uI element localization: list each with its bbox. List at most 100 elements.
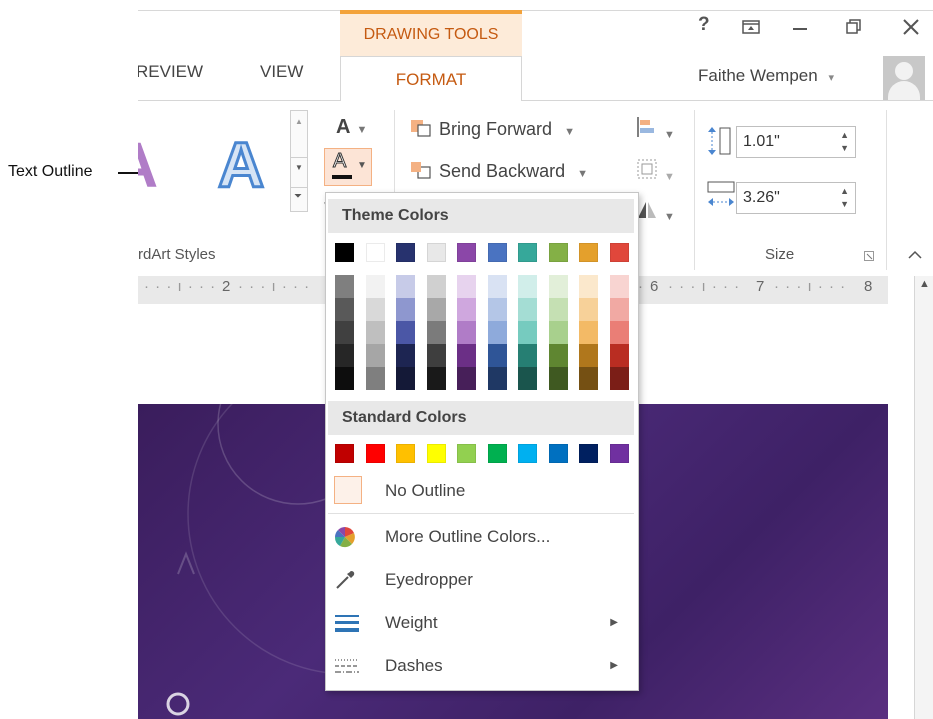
theme-shade-swatch[interactable] (518, 367, 537, 390)
theme-shade-swatch[interactable] (487, 321, 507, 344)
theme-shade-swatch[interactable] (335, 275, 354, 298)
align-button[interactable]: ▼ (636, 116, 675, 143)
standard-color-swatch[interactable] (518, 444, 537, 463)
standard-color-swatch[interactable] (609, 444, 629, 463)
theme-shade-swatch[interactable] (579, 321, 598, 344)
theme-shade-swatch[interactable] (335, 367, 354, 390)
theme-shade-swatch[interactable] (365, 367, 385, 390)
theme-shade-swatch[interactable] (548, 321, 568, 344)
theme-shade-swatch[interactable] (457, 298, 476, 321)
theme-shade-swatch[interactable] (487, 298, 507, 321)
theme-shade-swatch[interactable] (548, 344, 568, 367)
theme-shade-swatch[interactable] (518, 298, 537, 321)
theme-shade-swatch[interactable] (609, 321, 629, 344)
eyedropper-item[interactable]: Eyedropper (328, 559, 634, 601)
theme-shade-swatch[interactable] (609, 367, 629, 390)
theme-shade-swatch[interactable] (396, 344, 415, 367)
gallery-scrollbar[interactable]: ▲ ▼ ⏷ (290, 110, 308, 212)
theme-color-swatch[interactable] (365, 243, 385, 262)
more-outline-colors-item[interactable]: More Outline Colors... (328, 516, 634, 558)
height-spinner[interactable]: ▲ ▼ (840, 129, 849, 155)
text-outline-button[interactable]: A ▼ (324, 148, 372, 186)
standard-color-swatch[interactable] (548, 444, 568, 463)
theme-shade-swatch[interactable] (335, 321, 354, 344)
group-objects-button[interactable]: ▼ (636, 158, 675, 185)
no-outline-item[interactable]: No Outline (328, 470, 634, 512)
theme-shade-swatch[interactable] (365, 321, 385, 344)
theme-shade-swatch[interactable] (335, 344, 354, 367)
wordart-gallery[interactable]: A A (138, 110, 308, 230)
tab-view[interactable]: VIEW (260, 62, 303, 82)
theme-shade-swatch[interactable] (579, 344, 598, 367)
theme-shade-swatch[interactable] (548, 275, 568, 298)
theme-shade-swatch[interactable] (487, 367, 507, 390)
ribbon-display-options-button[interactable] (742, 18, 760, 41)
theme-shade-swatch[interactable] (426, 321, 446, 344)
theme-shade-swatch[interactable] (609, 298, 629, 321)
theme-shade-swatch[interactable] (548, 298, 568, 321)
text-outline-dropdown-arrow[interactable]: ▼ (357, 160, 367, 171)
bring-forward-button[interactable]: Bring Forward ▼ (410, 118, 575, 140)
theme-shade-swatch[interactable] (518, 321, 537, 344)
avatar[interactable] (883, 56, 925, 100)
theme-shade-swatch[interactable] (457, 275, 476, 298)
theme-shade-swatch[interactable] (396, 367, 415, 390)
standard-color-swatch[interactable] (365, 444, 385, 463)
standard-color-swatch[interactable] (335, 444, 354, 463)
user-account-name[interactable]: Faithe Wempen ▾ (698, 66, 834, 86)
tab-format[interactable]: FORMAT (340, 56, 522, 101)
theme-shade-swatch[interactable] (457, 367, 476, 390)
theme-shade-swatch[interactable] (365, 298, 385, 321)
scroll-up-icon[interactable]: ▲ (919, 278, 930, 290)
shape-height-input[interactable]: 1.01" ▲ ▼ (736, 126, 856, 158)
theme-color-swatch[interactable] (548, 243, 568, 262)
restore-button[interactable] (846, 18, 862, 41)
standard-color-swatch[interactable] (457, 444, 476, 463)
standard-color-swatch[interactable] (426, 444, 446, 463)
theme-shade-swatch[interactable] (457, 321, 476, 344)
theme-shade-swatch[interactable] (579, 367, 598, 390)
weight-item[interactable]: Weight ▶ (328, 602, 634, 644)
theme-shade-swatch[interactable] (518, 275, 537, 298)
theme-color-swatch[interactable] (609, 243, 629, 262)
theme-shade-swatch[interactable] (579, 298, 598, 321)
theme-shade-swatch[interactable] (548, 367, 568, 390)
standard-color-swatch[interactable] (487, 444, 507, 463)
minimize-button[interactable] (792, 18, 808, 41)
theme-shade-swatch[interactable] (609, 344, 629, 367)
theme-shade-swatch[interactable] (426, 344, 446, 367)
theme-color-swatch[interactable] (457, 243, 476, 262)
wordart-style-outline-blue[interactable]: A (216, 128, 265, 203)
theme-shade-swatch[interactable] (487, 344, 507, 367)
theme-shade-swatch[interactable] (396, 275, 415, 298)
theme-shade-swatch[interactable] (518, 344, 537, 367)
theme-shade-swatch[interactable] (426, 275, 446, 298)
theme-color-swatch[interactable] (396, 243, 415, 262)
width-spinner[interactable]: ▲ ▼ (840, 185, 849, 211)
theme-shade-swatch[interactable] (335, 298, 354, 321)
dashes-item[interactable]: Dashes ▶ (328, 645, 634, 687)
theme-color-swatch[interactable] (487, 243, 507, 262)
theme-shade-swatch[interactable] (609, 275, 629, 298)
theme-shade-swatch[interactable] (426, 298, 446, 321)
text-fill-button[interactable]: A ▼ (336, 116, 367, 139)
standard-color-swatch[interactable] (579, 444, 598, 463)
gallery-more-icon[interactable]: ⏷ (294, 191, 302, 202)
theme-shade-swatch[interactable] (365, 275, 385, 298)
vertical-scrollbar[interactable]: ▲ (914, 276, 933, 719)
close-button[interactable] (902, 18, 920, 42)
theme-shade-swatch[interactable] (579, 275, 598, 298)
theme-shade-swatch[interactable] (457, 344, 476, 367)
rotate-button[interactable]: ▼ (636, 198, 675, 225)
gallery-up-icon[interactable]: ▲ (295, 117, 303, 126)
theme-color-swatch[interactable] (579, 243, 598, 262)
theme-shade-swatch[interactable] (365, 344, 385, 367)
theme-shade-swatch[interactable] (396, 321, 415, 344)
help-button[interactable]: ? (698, 14, 710, 36)
wordart-style-purple[interactable]: A (138, 128, 158, 202)
theme-color-swatch[interactable] (518, 243, 537, 262)
theme-color-swatch[interactable] (426, 243, 446, 262)
standard-color-swatch[interactable] (396, 444, 415, 463)
tab-review[interactable]: REVIEW (138, 62, 203, 82)
gallery-down-icon[interactable]: ▼ (295, 163, 303, 172)
